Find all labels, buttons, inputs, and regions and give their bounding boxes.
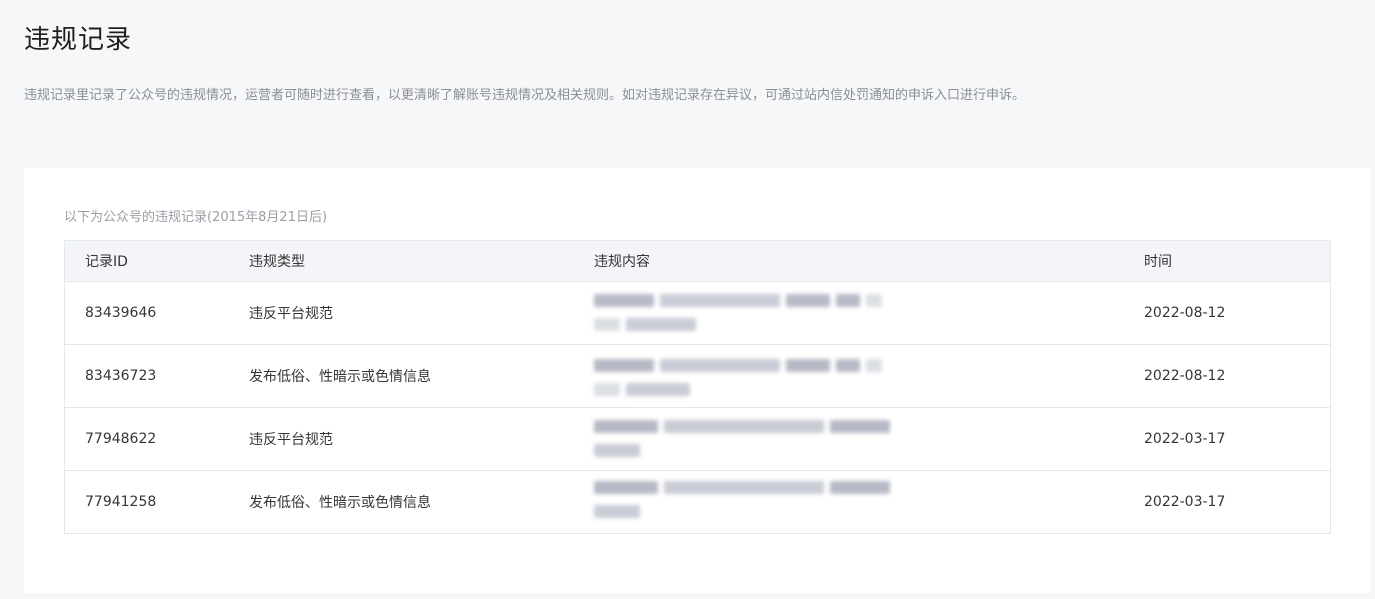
violation-type-cell: 发布低俗、性暗示或色情信息 [249, 369, 431, 385]
blurred-text-segment [594, 359, 654, 372]
record-id-cell: 77941258 [85, 494, 157, 510]
blurred-text-segment [594, 444, 640, 457]
time-cell: 2022-03-17 [1144, 494, 1226, 510]
blurred-text-segment [836, 294, 860, 307]
page-title: 违规记录 [24, 25, 133, 55]
table-header: 记录ID 违规类型 违规内容 时间 [65, 241, 1330, 282]
blurred-text-segment [866, 359, 882, 372]
header-violation-type: 违规类型 [249, 254, 305, 270]
blurred-text-segment [660, 359, 780, 372]
blurred-text-segment [830, 481, 890, 494]
table-row: 77941258 发布低俗、性暗示或色情信息 2022-03-17 [65, 471, 1330, 533]
violation-content-cell [574, 471, 1124, 533]
header-time: 时间 [1144, 254, 1172, 270]
violation-content-cell [574, 345, 1124, 407]
record-id-cell: 83439646 [85, 305, 157, 321]
blurred-text-segment [664, 481, 824, 494]
blurred-text-line [594, 359, 882, 372]
blurred-text-line [594, 318, 696, 331]
records-note: 以下为公众号的违规记录(2015年8月21日后) [64, 210, 328, 225]
blurred-text-segment [594, 383, 620, 396]
violation-records-table: 记录ID 违规类型 违规内容 时间 83439646 违反平台规范 2022-0… [64, 240, 1331, 534]
header-violation-content: 违规内容 [594, 254, 650, 270]
record-id-cell: 77948622 [85, 431, 157, 447]
time-cell: 2022-08-12 [1144, 368, 1226, 384]
page-description: 违规记录里记录了公众号的违规情况，运营者可随时进行查看，以更清晰了解账号违规情况… [24, 88, 1026, 103]
record-id-cell: 83436723 [85, 368, 157, 384]
table-row: 77948622 违反平台规范 2022-03-17 [65, 408, 1330, 471]
blurred-text-segment [786, 294, 830, 307]
blurred-content [594, 471, 924, 533]
blurred-text-line [594, 294, 882, 307]
blurred-text-segment [664, 420, 824, 433]
blurred-content [594, 408, 924, 470]
blurred-text-segment [594, 294, 654, 307]
blurred-text-line [594, 481, 890, 494]
blurred-text-segment [594, 420, 658, 433]
blurred-text-segment [594, 505, 640, 518]
blurred-text-segment [836, 359, 860, 372]
violation-records-card: 以下为公众号的违规记录(2015年8月21日后) 记录ID 违规类型 违规内容 … [24, 168, 1371, 593]
table-row: 83436723 发布低俗、性暗示或色情信息 2022-08-12 [65, 345, 1330, 408]
table-row: 83439646 违反平台规范 2022-08-12 [65, 282, 1330, 345]
blurred-text-segment [594, 481, 658, 494]
header-record-id: 记录ID [85, 254, 128, 270]
violation-content-cell [574, 408, 1124, 470]
blurred-text-segment [626, 383, 690, 396]
blurred-text-segment [786, 359, 830, 372]
blurred-text-line [594, 505, 640, 518]
blurred-text-segment [594, 318, 620, 331]
blurred-text-segment [830, 420, 890, 433]
time-cell: 2022-08-12 [1144, 305, 1226, 321]
blurred-content [594, 345, 924, 407]
blurred-text-segment [626, 318, 696, 331]
violation-type-cell: 发布低俗、性暗示或色情信息 [249, 495, 431, 511]
blurred-text-line [594, 383, 690, 396]
blurred-text-segment [866, 294, 882, 307]
violation-content-cell [574, 282, 1124, 344]
blurred-text-line [594, 420, 890, 433]
blurred-content [594, 282, 924, 344]
violation-type-cell: 违反平台规范 [249, 306, 333, 322]
time-cell: 2022-03-17 [1144, 431, 1226, 447]
blurred-text-segment [660, 294, 780, 307]
blurred-text-line [594, 444, 640, 457]
violation-type-cell: 违反平台规范 [249, 432, 333, 448]
